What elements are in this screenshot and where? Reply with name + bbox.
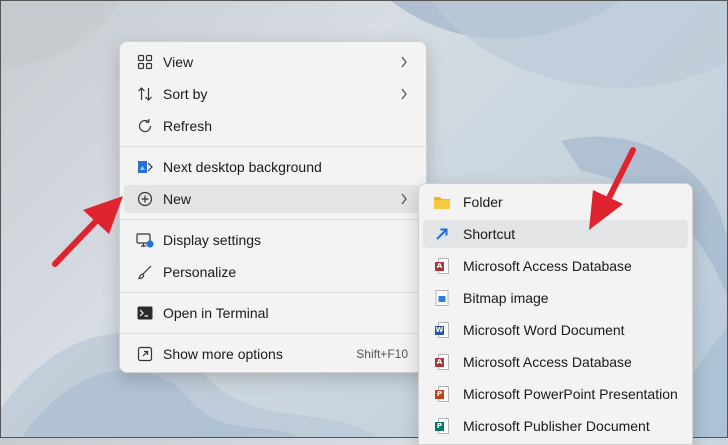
publisher-icon: P <box>433 417 451 435</box>
annotation-arrow-shortcut <box>589 147 636 230</box>
menu-item-label: Microsoft Access Database <box>463 354 632 370</box>
submenu-item-publisher-document[interactable]: P Microsoft Publisher Document <box>423 412 688 440</box>
menu-item-view[interactable]: View <box>124 48 422 76</box>
plus-circle-icon <box>136 190 154 208</box>
menu-item-label: Open in Terminal <box>163 305 269 321</box>
menu-item-label: Folder <box>463 194 503 210</box>
submenu-item-word-document[interactable]: W Microsoft Word Document <box>423 316 688 344</box>
menu-item-label: Show more options <box>163 346 283 362</box>
brush-icon <box>136 263 154 281</box>
word-icon: W <box>433 321 451 339</box>
submenu-item-powerpoint-presentation[interactable]: P Microsoft PowerPoint Presentation <box>423 380 688 408</box>
menu-item-label: Microsoft Access Database <box>463 258 632 274</box>
shortcut-icon <box>433 225 451 243</box>
menu-item-label: Next desktop background <box>163 159 322 175</box>
access-icon: A <box>433 353 451 371</box>
menu-item-new[interactable]: New <box>124 185 422 213</box>
next-background-icon <box>136 158 154 176</box>
menu-item-show-more-options[interactable]: Show more options Shift+F10 <box>124 340 422 368</box>
keyboard-shortcut: Shift+F10 <box>356 347 408 361</box>
menu-item-next-desktop-background[interactable]: Next desktop background <box>124 153 422 181</box>
chevron-right-icon <box>401 193 407 205</box>
show-more-icon <box>136 345 154 363</box>
terminal-icon <box>136 304 154 322</box>
menu-item-label: Refresh <box>163 118 213 134</box>
bitmap-icon <box>433 289 451 307</box>
submenu-item-access-database[interactable]: A Microsoft Access Database <box>423 252 688 280</box>
menu-item-label: Microsoft Publisher Document <box>463 418 650 434</box>
annotation-arrow-new <box>52 196 123 267</box>
menu-item-label: New <box>163 191 192 207</box>
submenu-item-access-database-2[interactable]: A Microsoft Access Database <box>423 348 688 376</box>
menu-separator <box>120 146 426 147</box>
menu-item-label: Sort by <box>163 86 208 102</box>
menu-item-label: Personalize <box>163 264 237 280</box>
menu-item-refresh[interactable]: Refresh <box>124 112 422 140</box>
new-submenu: Folder Shortcut A Microsoft Access Datab… <box>418 183 693 445</box>
chevron-right-icon <box>401 88 407 100</box>
submenu-item-bitmap-image[interactable]: Bitmap image <box>423 284 688 312</box>
menu-item-label: Display settings <box>163 232 262 248</box>
menu-separator <box>120 333 426 334</box>
menu-separator <box>120 292 426 293</box>
submenu-item-folder[interactable]: Folder <box>423 188 688 216</box>
menu-item-label: Bitmap image <box>463 290 549 306</box>
desktop-context-menu: View Sort by Refresh Next desktop backgr… <box>119 41 427 373</box>
menu-item-sort-by[interactable]: Sort by <box>124 80 422 108</box>
display-settings-icon <box>136 231 154 249</box>
menu-separator <box>120 219 426 220</box>
sort-icon <box>136 85 154 103</box>
menu-item-label: Shortcut <box>463 226 516 242</box>
menu-item-open-in-terminal[interactable]: Open in Terminal <box>124 299 422 327</box>
chevron-right-icon <box>401 56 407 68</box>
powerpoint-icon: P <box>433 385 451 403</box>
menu-item-label: Microsoft Word Document <box>463 322 625 338</box>
grid-icon <box>136 53 154 71</box>
refresh-icon <box>136 117 154 135</box>
menu-item-label: Microsoft PowerPoint Presentation <box>463 386 678 402</box>
menu-item-label: View <box>163 54 194 70</box>
menu-item-personalize[interactable]: Personalize <box>124 258 422 286</box>
access-icon: A <box>433 257 451 275</box>
folder-icon <box>433 193 451 211</box>
menu-item-display-settings[interactable]: Display settings <box>124 226 422 254</box>
submenu-item-shortcut[interactable]: Shortcut <box>423 220 688 248</box>
